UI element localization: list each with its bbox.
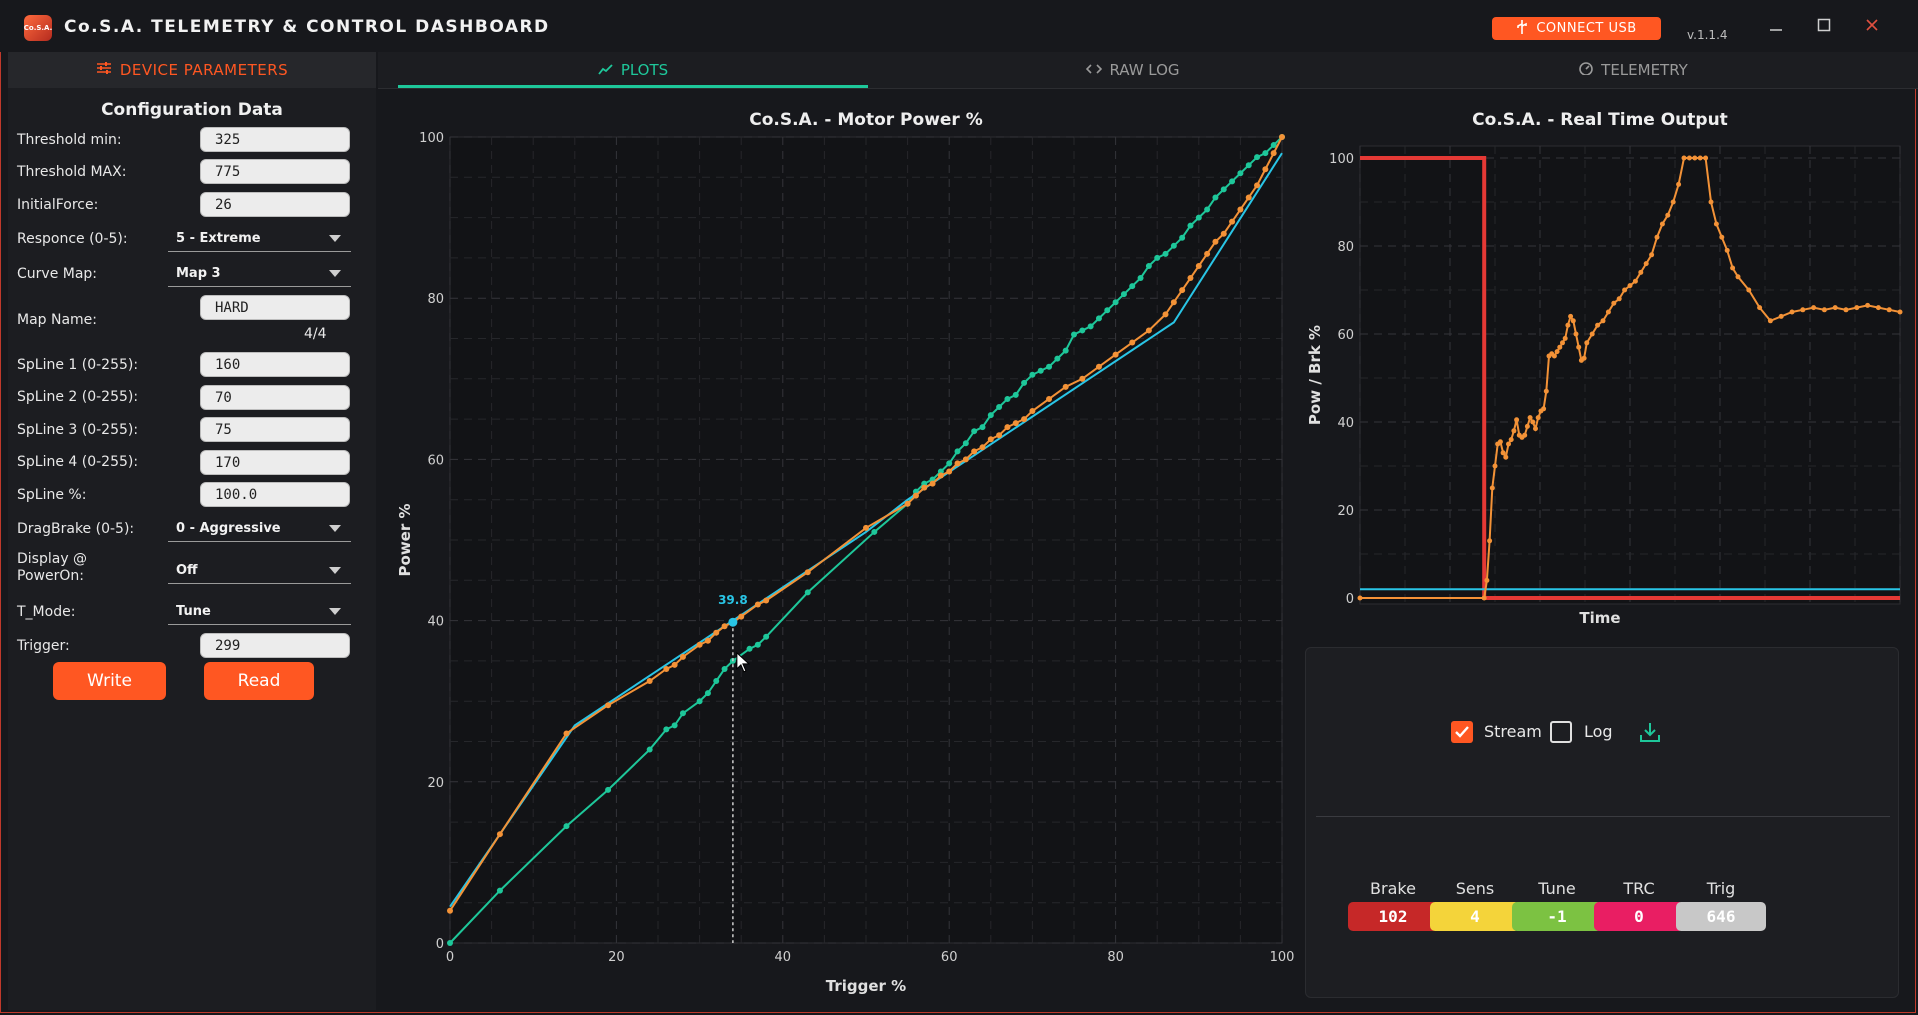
threshold-max-label: Threshold MAX: (17, 164, 127, 180)
stream-label: Stream (1484, 722, 1542, 741)
version-label: v.1.1.4 (1687, 28, 1728, 42)
check-icon (1455, 726, 1469, 738)
curve-map-value: Map 3 (176, 266, 221, 281)
chevron-down-icon (329, 567, 341, 574)
badge-value-tune: -1 (1512, 902, 1602, 931)
spline3-label: SpLine 3 (0-255): (17, 422, 139, 438)
badge-label-trig: Trig (1706, 879, 1736, 898)
maximize-icon (1817, 16, 1831, 37)
spline-pct-input[interactable] (200, 482, 350, 507)
minimize-icon (1769, 16, 1783, 37)
sliders-icon (96, 61, 112, 79)
trigger-input[interactable] (200, 633, 350, 658)
close-button[interactable] (1858, 12, 1886, 40)
configuration-title: Configuration Data (101, 100, 283, 120)
plots-area: Stream Log Brake 102 Sens 4 Tune -1 TRC 0 Trig 64… (378, 89, 1918, 1010)
read-button[interactable]: Read (204, 662, 314, 700)
threshold-min-input[interactable] (200, 127, 350, 152)
map-name-label: Map Name: (17, 312, 98, 328)
initial-force-label: InitialForce: (17, 197, 99, 213)
display-poweron-select[interactable]: Off (168, 558, 351, 584)
tab-telemetry[interactable]: TELEMETRY (1398, 52, 1868, 88)
stream-control-panel: Stream Log Brake 102 Sens 4 Tune -1 TRC 0 Trig 64… (1305, 647, 1899, 998)
badge-label-brake: Brake (1370, 879, 1416, 898)
app-title: Co.S.A. TELEMETRY & CONTROL DASHBOARD (64, 17, 550, 37)
threshold-min-label: Threshold min: (17, 132, 122, 148)
spline2-label: SpLine 2 (0-255): (17, 389, 139, 405)
tab-plots-label: PLOTS (620, 61, 669, 79)
curve-map-label: Curve Map: (17, 266, 98, 282)
curve-map-select[interactable]: Map 3 (168, 261, 351, 287)
spline-pct-label: SpLine %: (17, 487, 87, 503)
write-button[interactable]: Write (53, 662, 166, 700)
display-poweron-line1: Display @ (17, 551, 88, 567)
responce-select[interactable]: 5 - Extreme (168, 226, 351, 252)
display-poweron-line2: PowerOn: (17, 568, 84, 584)
spline4-label: SpLine 4 (0-255): (17, 454, 139, 470)
close-icon (1865, 16, 1879, 37)
minimize-button[interactable] (1762, 12, 1790, 40)
spline3-input[interactable] (200, 417, 350, 442)
t-mode-value: Tune (176, 604, 211, 619)
dragbrake-select[interactable]: 0 - Aggressive (168, 516, 351, 542)
badge-value-trig: 646 (1676, 902, 1766, 931)
gauge-icon (1578, 61, 1594, 79)
tab-raw-log-label: RAW LOG (1109, 61, 1180, 79)
device-parameters-panel: DEVICE PARAMETERS Configuration Data Thr… (8, 52, 376, 1010)
usb-icon (1516, 19, 1528, 38)
dragbrake-value: 0 - Aggressive (176, 521, 281, 536)
app-logo-text: Co.S.A. (23, 24, 53, 32)
chevron-down-icon (329, 270, 341, 277)
spline2-input[interactable] (200, 385, 350, 410)
title-bar: Co.S.A. Co.S.A. TELEMETRY & CONTROL DASH… (0, 0, 1918, 52)
spline1-label: SpLine 1 (0-255): (17, 357, 139, 373)
responce-value: 5 - Extreme (176, 231, 261, 246)
initial-force-input[interactable] (200, 192, 350, 217)
active-tab-indicator (398, 85, 868, 88)
t-mode-label: T_Mode: (17, 604, 76, 620)
chevron-down-icon (329, 525, 341, 532)
display-poweron-value: Off (176, 563, 198, 578)
badge-label-trc: TRC (1623, 879, 1655, 898)
maximize-button[interactable] (1810, 12, 1838, 40)
threshold-max-input[interactable] (200, 159, 350, 184)
tab-bar: PLOTS RAW LOG TELEMETRY (378, 52, 1918, 89)
tab-raw-log[interactable]: RAW LOG (898, 52, 1368, 88)
stream-checkbox[interactable] (1451, 721, 1473, 743)
connect-usb-label: CONNECT USB (1536, 21, 1637, 36)
log-label: Log (1584, 722, 1613, 741)
badge-value-sens: 4 (1430, 902, 1520, 931)
tab-plots[interactable]: PLOTS (398, 52, 868, 88)
badge-value-trc: 0 (1594, 902, 1684, 931)
trend-icon (598, 61, 614, 79)
dragbrake-label: DragBrake (0-5): (17, 521, 135, 537)
chevron-down-icon (329, 235, 341, 242)
badge-value-brake: 102 (1348, 902, 1438, 931)
code-icon (1086, 61, 1103, 79)
tab-telemetry-label: TELEMETRY (1601, 61, 1688, 79)
responce-label: Responce (0-5): (17, 231, 128, 247)
badge-label-tune: Tune (1538, 879, 1576, 898)
device-parameters-title: DEVICE PARAMETERS (119, 61, 289, 79)
badge-label-sens: Sens (1455, 879, 1495, 898)
display-poweron-label: Display @ PowerOn: (17, 551, 87, 585)
chevron-down-icon (329, 608, 341, 615)
t-mode-select[interactable]: Tune (168, 599, 351, 625)
download-icon (1640, 723, 1660, 742)
app-logo: Co.S.A. (24, 15, 52, 41)
connect-usb-button[interactable]: CONNECT USB (1492, 17, 1661, 40)
panel-divider (1316, 816, 1890, 817)
map-name-input[interactable] (200, 295, 350, 320)
log-checkbox[interactable] (1550, 721, 1572, 743)
map-count: 4/4 (304, 326, 327, 342)
device-parameters-header: DEVICE PARAMETERS (8, 52, 376, 88)
spline4-input[interactable] (200, 450, 350, 475)
spline1-input[interactable] (200, 352, 350, 377)
download-button[interactable] (1638, 720, 1662, 744)
trigger-label: Trigger: (17, 638, 70, 654)
